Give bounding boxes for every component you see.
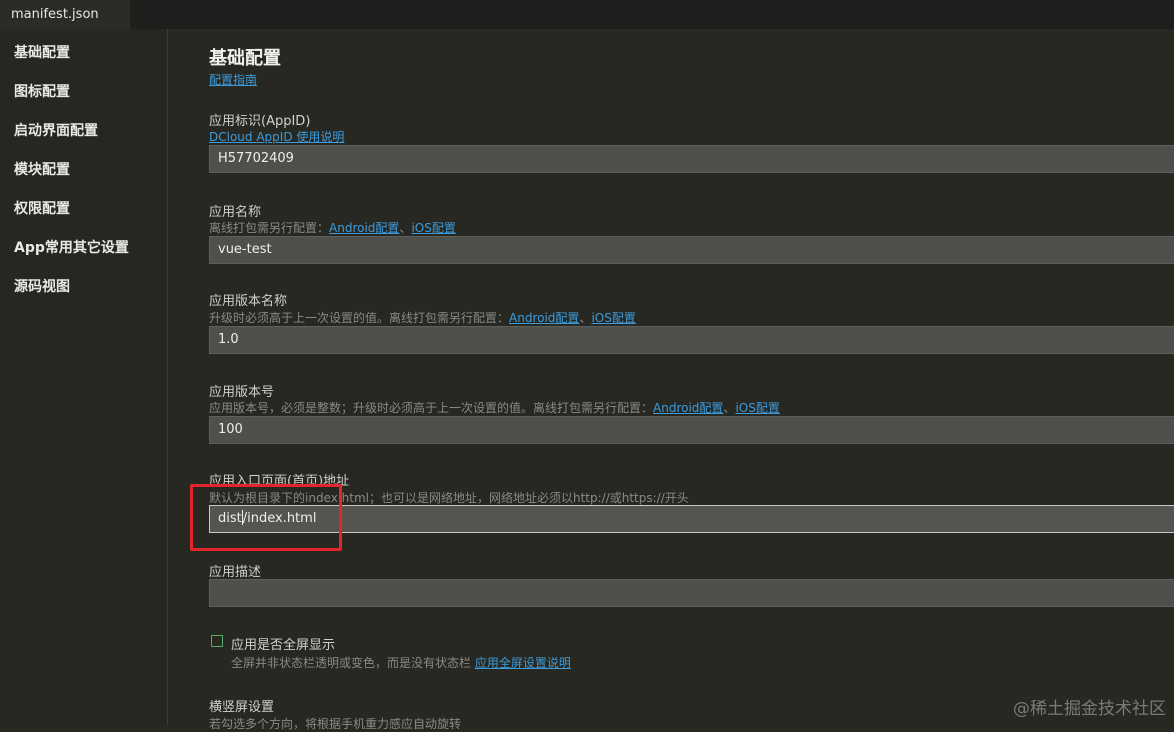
app-name-label: 应用名称 <box>209 205 262 220</box>
version-name-label: 应用版本名称 <box>209 294 288 309</box>
app-name-hint-text: 离线打包需另行配置： <box>209 221 330 235</box>
version-code-hint-text: 应用版本号，必须是整数；升级时必须高于上一次设置的值。离线打包需另行配置： <box>209 401 654 415</box>
app-name-field[interactable]: vue-test <box>209 236 1174 264</box>
orientation-label: 横竖屏设置 <box>209 700 275 715</box>
app-name-sep: 、 <box>399 221 412 235</box>
version-code-android-link[interactable]: Android配置 <box>653 401 723 415</box>
description-field[interactable] <box>209 579 1174 607</box>
sidebar-item-app-other[interactable]: App常用其它设置 <box>14 237 129 259</box>
version-name-hint-text: 升级时必须高于上一次设置的值。离线打包需另行配置： <box>209 311 510 325</box>
annotation-highlight-box <box>190 484 342 551</box>
version-name-sep: 、 <box>579 311 592 325</box>
appid-field[interactable]: H57702409 <box>209 145 1174 173</box>
sidebar-item-permissions[interactable]: 权限配置 <box>14 198 70 220</box>
app-name-hint: 离线打包需另行配置：Android配置、iOS配置 <box>209 219 456 236</box>
fullscreen-help-link[interactable]: 应用全屏设置说明 <box>475 656 571 670</box>
main-panel: 基础配置 配置指南 应用标识(AppID) DCloud AppID 使用说明 … <box>169 29 1174 731</box>
version-name-ios-link[interactable]: iOS配置 <box>591 311 635 325</box>
sidebar-item-source[interactable]: 源码视图 <box>14 276 70 298</box>
fullscreen-hint-text: 全屏并非状态栏透明或变色，而是没有状态栏 <box>231 656 472 670</box>
sidebar-item-splash[interactable]: 启动界面配置 <box>14 120 98 142</box>
sidebar-item-basic[interactable]: 基础配置 <box>14 42 70 64</box>
fullscreen-hint: 全屏并非状态栏透明或变色，而是没有状态栏 应用全屏设置说明 <box>231 654 571 671</box>
version-name-android-link[interactable]: Android配置 <box>509 311 579 325</box>
fullscreen-checkbox[interactable] <box>211 635 223 647</box>
page-title: 基础配置 <box>209 48 281 69</box>
orientation-hint: 若勾选多个方向，将根据手机重力感应自动旋转 <box>209 717 462 731</box>
version-code-hint: 应用版本号，必须是整数；升级时必须高于上一次设置的值。离线打包需另行配置：And… <box>209 399 780 416</box>
appid-help-link[interactable]: DCloud AppID 使用说明 <box>209 128 344 145</box>
version-name-hint: 升级时必须高于上一次设置的值。离线打包需另行配置：Android配置、iOS配置 <box>209 309 636 326</box>
sidebar-item-icon[interactable]: 图标配置 <box>14 81 70 103</box>
description-label: 应用描述 <box>209 565 262 580</box>
sidebar: 基础配置 图标配置 启动界面配置 模块配置 权限配置 App常用其它设置 源码视… <box>0 29 168 725</box>
tab-bar: manifest.json <box>0 0 1174 29</box>
app-name-android-link[interactable]: Android配置 <box>329 221 399 235</box>
tab-manifest-json[interactable]: manifest.json <box>0 0 130 29</box>
version-name-field[interactable]: 1.0 <box>209 326 1174 354</box>
watermark: @稀土掘金技术社区 <box>1013 699 1166 719</box>
version-code-label: 应用版本号 <box>209 385 275 400</box>
appid-label: 应用标识(AppID) <box>209 114 311 129</box>
version-code-sep: 、 <box>723 401 736 415</box>
sidebar-item-modules[interactable]: 模块配置 <box>14 159 70 181</box>
fullscreen-label: 应用是否全屏显示 <box>231 638 336 653</box>
version-code-field[interactable]: 100 <box>209 416 1174 444</box>
app-name-ios-link[interactable]: iOS配置 <box>411 221 455 235</box>
entry-page-field[interactable]: dist/index.html <box>209 505 1174 533</box>
version-code-ios-link[interactable]: iOS配置 <box>735 401 779 415</box>
guide-link[interactable]: 配置指南 <box>209 71 257 88</box>
